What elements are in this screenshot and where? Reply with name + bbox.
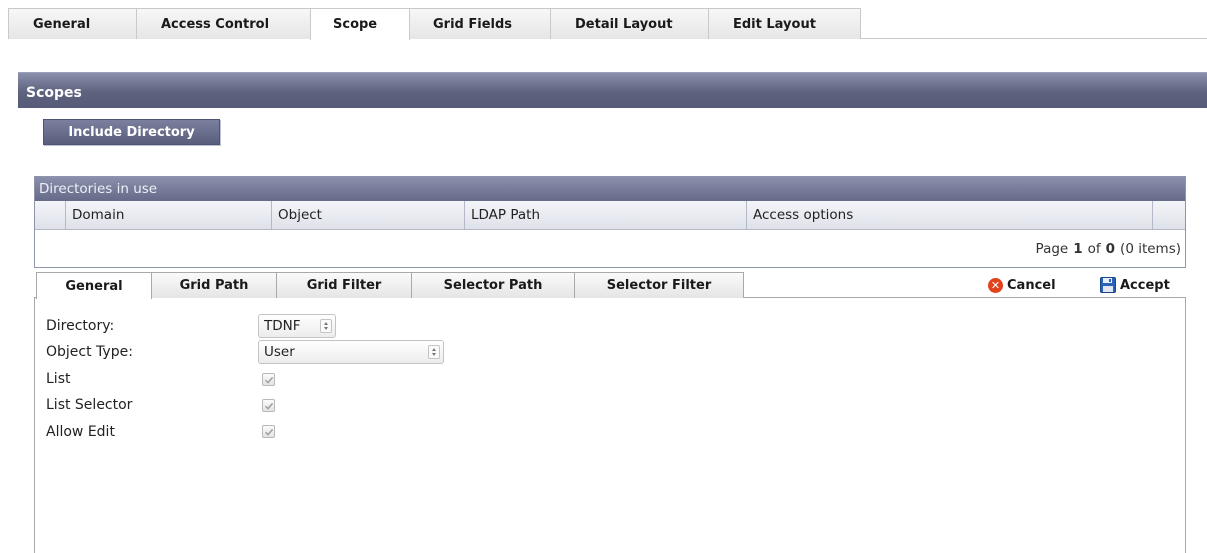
tab-edit-layout-label: Edit Layout (733, 16, 816, 32)
column-access-options-label: Access options (753, 207, 854, 223)
checkmark-icon (265, 376, 274, 384)
inner-tab-grid-path-label: Grid Path (179, 278, 249, 293)
floppy-disk-icon (1100, 277, 1116, 293)
column-ldap-path-label: LDAP Path (471, 207, 541, 223)
directories-grid: Directories in use Domain Object LDAP Pa… (34, 176, 1186, 268)
object-type-select-value: User (264, 344, 295, 360)
cancel-button[interactable]: ✕ Cancel (988, 274, 1056, 296)
allow-edit-label: Allow Edit (46, 424, 115, 440)
tab-access-control-label: Access Control (161, 16, 270, 32)
column-header-select[interactable] (35, 201, 65, 229)
pager-prefix: Page (1035, 241, 1069, 257)
column-header-access-options[interactable]: Access options (746, 201, 1152, 229)
inner-tab-grid-filter[interactable]: Grid Filter (276, 272, 412, 298)
select-arrows-icon (320, 319, 332, 333)
tab-detail-layout-label: Detail Layout (575, 16, 673, 32)
list-label: List (46, 371, 71, 387)
pager-items: (0 items) (1120, 241, 1181, 257)
tab-scope[interactable]: Scope (310, 8, 410, 40)
tab-detail-layout[interactable]: Detail Layout (550, 8, 712, 39)
inner-tab-grid-filter-label: Grid Filter (306, 278, 382, 293)
checkmark-icon (265, 428, 274, 436)
tab-edit-layout[interactable]: Edit Layout (708, 8, 861, 39)
tab-grid-fields-label: Grid Fields (433, 16, 513, 32)
directories-grid-title: Directories in use (35, 177, 1185, 201)
general-tab-panel (34, 298, 1186, 553)
select-arrows-icon (428, 345, 440, 359)
include-directory-button[interactable]: Include Directory (43, 119, 220, 145)
column-header-domain[interactable]: Domain (65, 201, 271, 229)
tab-general-label: General (33, 16, 91, 32)
scopes-header: Scopes (18, 72, 1207, 108)
checkmark-icon (265, 402, 274, 410)
list-selector-label: List Selector (46, 397, 133, 413)
column-header-ldap-path[interactable]: LDAP Path (464, 201, 746, 229)
directories-title-text: Directories in use (39, 181, 158, 197)
tab-access-control[interactable]: Access Control (136, 8, 314, 39)
list-checkbox[interactable] (262, 373, 275, 386)
directories-column-headers: Domain Object LDAP Path Access options (35, 201, 1185, 230)
column-header-object[interactable]: Object (271, 201, 464, 229)
cancel-label: Cancel (1007, 277, 1056, 293)
inner-tab-selector-filter-label: Selector Filter (606, 278, 712, 293)
inner-tab-general[interactable]: General (36, 272, 152, 299)
column-object-label: Object (278, 207, 322, 223)
directory-select-value: TDNF (264, 318, 301, 334)
tab-general[interactable]: General (8, 8, 138, 39)
column-header-spacer (1152, 201, 1185, 229)
inner-tab-general-label: General (65, 278, 123, 294)
include-directory-label: Include Directory (68, 124, 195, 140)
allow-edit-checkbox[interactable] (262, 425, 275, 438)
accept-button[interactable]: Accept (1100, 274, 1170, 296)
inner-tab-grid-path[interactable]: Grid Path (151, 272, 277, 298)
accept-label: Accept (1120, 277, 1170, 293)
inner-tab-selector-path[interactable]: Selector Path (411, 272, 575, 298)
top-tab-bar: General Access Control Scope Grid Fields… (0, 0, 1207, 40)
pager-of: of (1087, 241, 1101, 257)
pager-page: 1 (1073, 241, 1083, 257)
cancel-icon: ✕ (988, 277, 1003, 293)
tab-grid-fields[interactable]: Grid Fields (408, 8, 554, 39)
object-type-select[interactable]: User (258, 340, 444, 364)
list-selector-checkbox[interactable] (262, 399, 275, 412)
directories-pager: Page 1 of 0 (0 items) (35, 233, 1185, 265)
directory-select[interactable]: TDNF (258, 314, 336, 338)
object-type-label: Object Type: (46, 344, 133, 360)
column-domain-label: Domain (72, 207, 125, 223)
scopes-title: Scopes (26, 84, 82, 101)
pager-total: 0 (1105, 241, 1116, 257)
inner-tab-selector-filter[interactable]: Selector Filter (574, 272, 744, 298)
directory-label: Directory: (46, 318, 115, 334)
tab-scope-label: Scope (333, 17, 378, 32)
inner-tab-selector-path-label: Selector Path (443, 278, 543, 293)
